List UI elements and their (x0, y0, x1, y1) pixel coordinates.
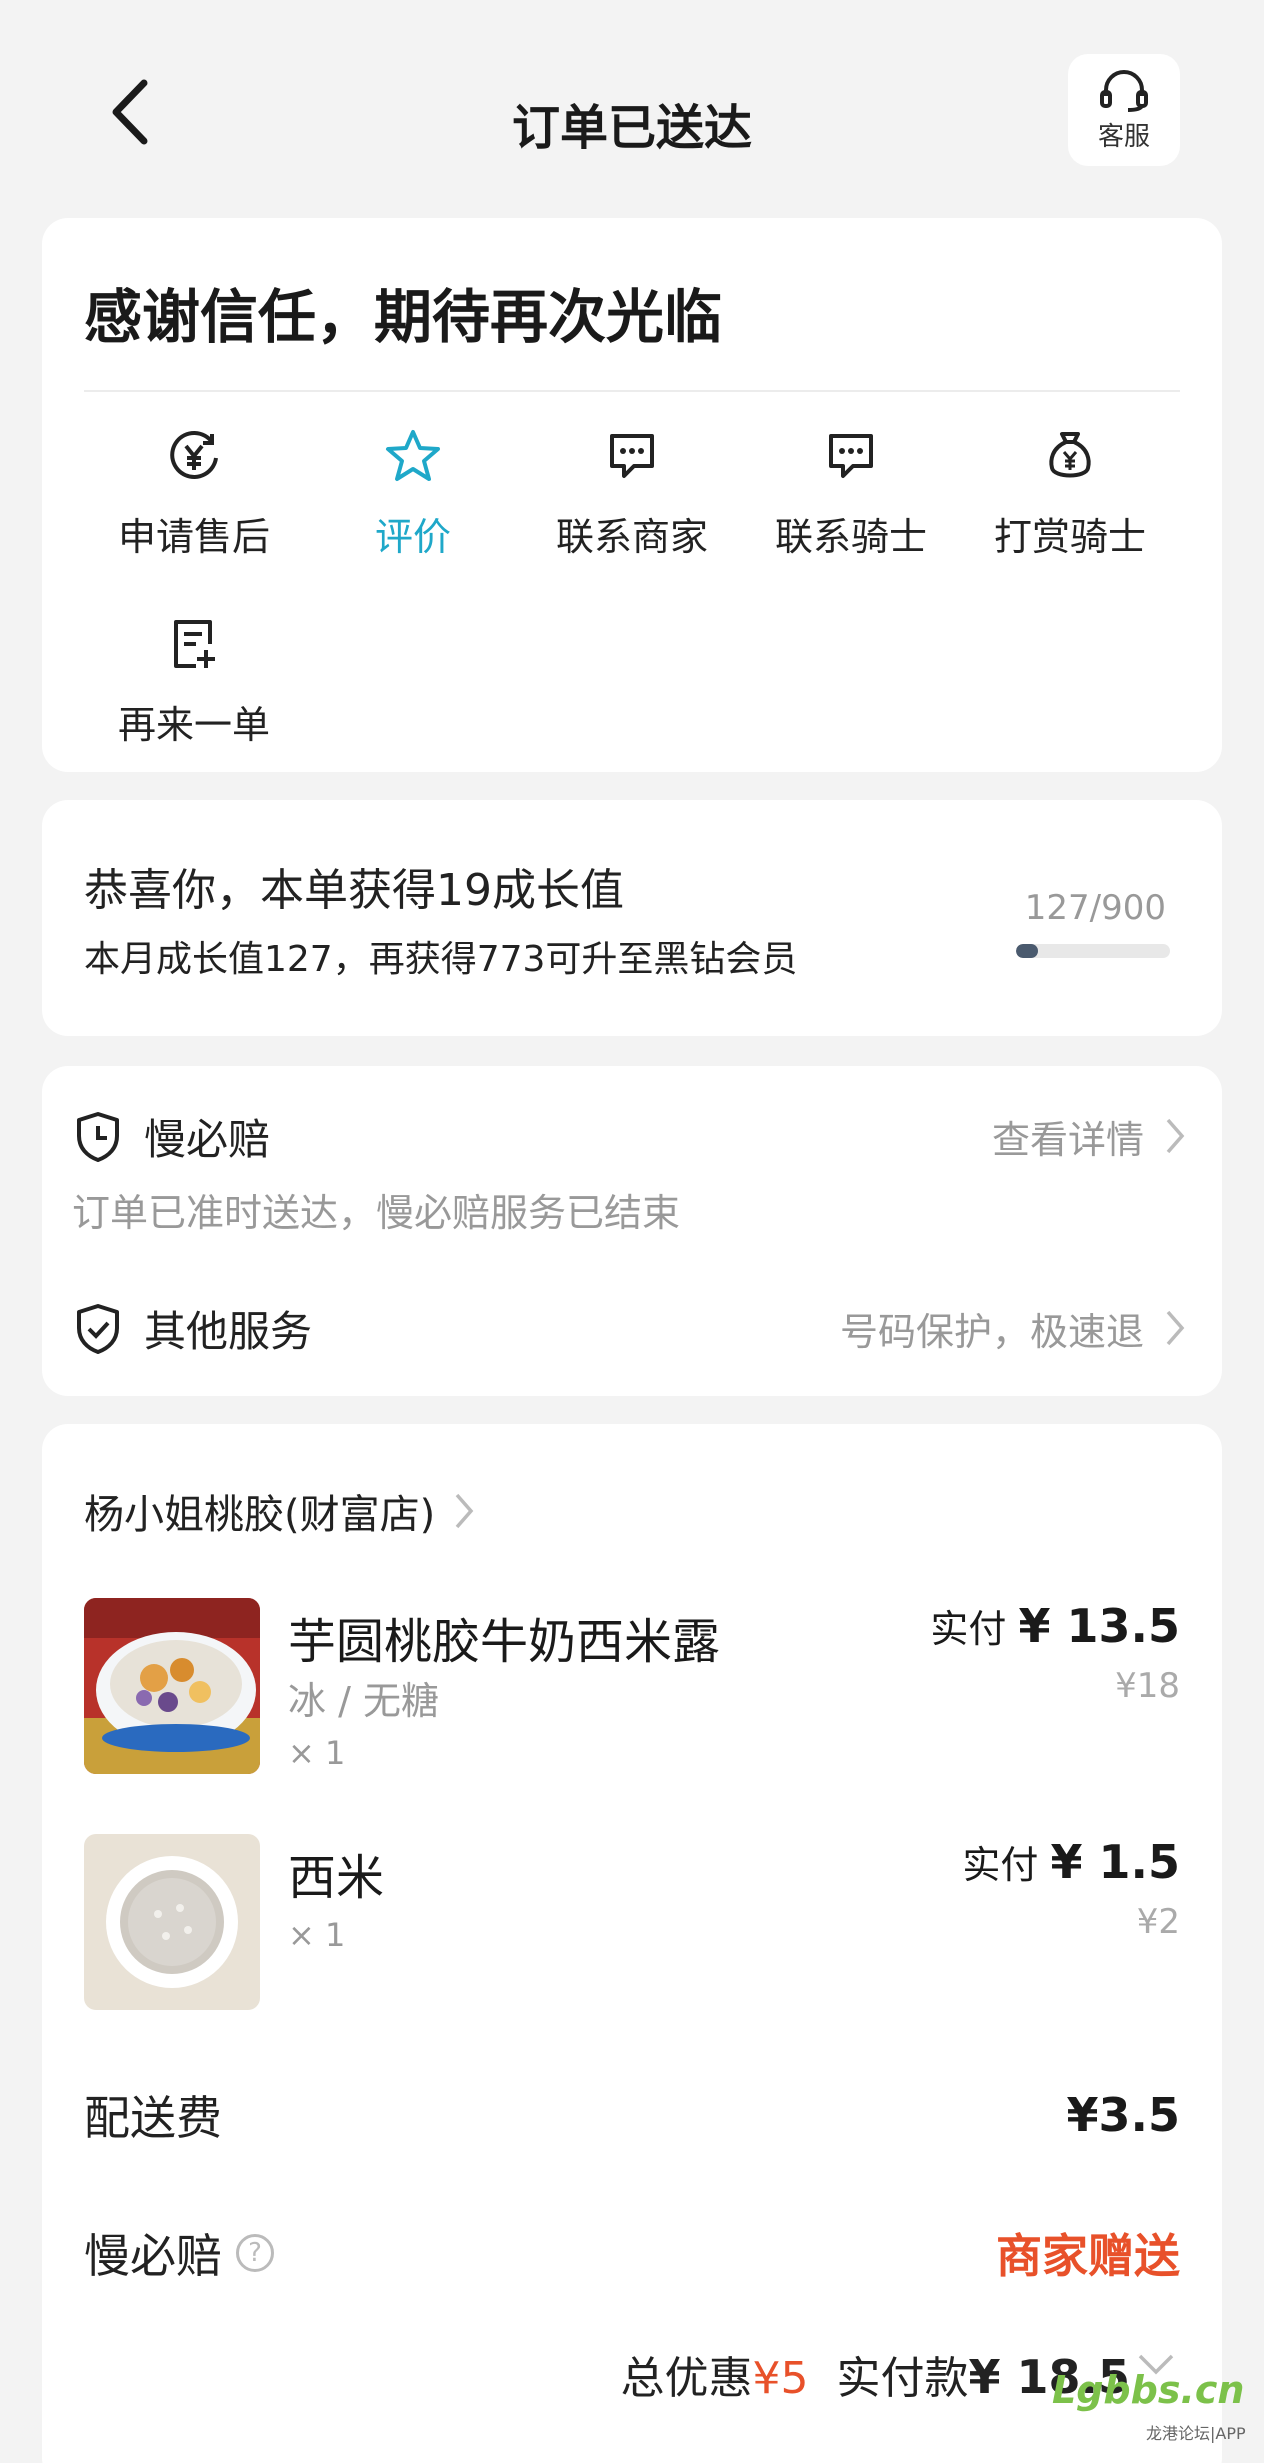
order-details-card: 杨小姐桃胶(财富店) 芋圆桃胶牛奶西米露 冰 / 无糖 × 1 实付 ¥ 13.… (42, 1424, 1222, 2463)
divider (84, 390, 1180, 392)
contact-merchant-button[interactable]: 联系商家 (522, 426, 742, 561)
help-icon[interactable]: ? (236, 2234, 274, 2272)
growth-detail: 本月成长值127，再获得773可升至黑钻会员 (84, 939, 798, 980)
shop-link[interactable]: 杨小姐桃胶(财富店) (84, 1482, 475, 1540)
order-item[interactable]: 芋圆桃胶牛奶西米露 冰 / 无糖 × 1 实付 ¥ 13.5 ¥18 (84, 1598, 1180, 1774)
total-paid-label: 实付款 (836, 2353, 969, 2404)
after-sales-label: 申请售后 (117, 515, 270, 559)
late-guarantee-name: 慢必赔 (144, 1114, 271, 1164)
discount-value: ¥5 (752, 2353, 809, 2404)
review-button[interactable]: 评价 (303, 426, 523, 561)
contact-rider-label: 联系骑士 (774, 515, 927, 559)
delivery-fee-row: 配送费 ¥3.5 (84, 2082, 1180, 2148)
other-services-row[interactable]: 其他服务 号码保护，极速退 (72, 1298, 1186, 1358)
chat-bubble-icon (610, 434, 654, 478)
watermark-text: Lgbbs.cn (1052, 2368, 1245, 2412)
shield-check-icon (77, 1304, 119, 1354)
other-services-name: 其他服务 (144, 1306, 313, 1356)
customer-service-label: 客服 (1097, 121, 1150, 152)
order-status-card: 感谢信任，期待再次光临 申请售后 评价 联系商家 联系骑士 打赏骑士 再来一单 (42, 218, 1222, 772)
reorder-button[interactable]: 再来一单 (84, 614, 304, 749)
contact-merchant-label: 联系商家 (555, 515, 708, 559)
other-services-summary: 号码保护，极速退 (839, 1309, 1144, 1354)
clock-shield-icon (77, 1112, 119, 1162)
shop-name: 杨小姐桃胶(财富店) (84, 1492, 436, 1538)
product-quantity: × 1 (288, 1734, 346, 1772)
order-item[interactable]: 西米 × 1 实付 ¥ 1.5 ¥2 (84, 1834, 1180, 2010)
tip-rider-label: 打赏骑士 (993, 515, 1146, 559)
product-thumbnail (84, 1834, 260, 2010)
money-bag-icon (1049, 432, 1091, 478)
watermark-subtext: 龙港论坛|APP (1146, 2424, 1246, 2443)
watermark-logo: Lgbbs.cn 龙港论坛|APP (1052, 2358, 1252, 2448)
late-guarantee-row[interactable]: 慢必赔 查看详情 (72, 1106, 1186, 1166)
refund-yen-icon (170, 431, 218, 479)
paid-price: 实付 ¥ 13.5 (930, 1598, 1180, 1653)
reorder-label: 再来一单 (117, 703, 270, 747)
product-thumbnail (84, 1598, 260, 1774)
reorder-doc-icon (174, 620, 215, 668)
chevron-right-icon (1166, 1310, 1185, 1346)
view-details-link[interactable]: 查看详情 (992, 1109, 1144, 1164)
customer-service-button[interactable]: 客服 (1068, 54, 1180, 166)
discount-label: 总优惠 (620, 2353, 753, 2404)
late-guarantee-status: 订单已准时送达，慢必赔服务已结束 (72, 1191, 681, 1235)
growth-progress-text: 127/900 (1024, 888, 1166, 928)
product-name: 芋圆桃胶牛奶西米露 (288, 1614, 721, 1670)
growth-card[interactable]: 恭喜你，本单获得19成长值 本月成长值127，再获得773可升至黑钻会员 127… (42, 800, 1222, 1036)
chevron-right-icon (1166, 1118, 1185, 1154)
paid-label: 实付 (930, 1607, 1007, 1651)
tip-rider-button[interactable]: 打赏骑士 (960, 426, 1180, 561)
delivery-fee-value: ¥3.5 (1066, 2088, 1181, 2142)
chat-bubble-icon (829, 434, 873, 478)
delivery-fee-label: 配送费 (84, 2091, 222, 2145)
growth-progress-fill (1016, 944, 1038, 958)
growth-progress-bar (1016, 944, 1170, 958)
thanks-message: 感谢信任，期待再次光临 (84, 283, 723, 351)
top-bar: 订单已送达 客服 (0, 0, 1264, 210)
product-spec: 冰 / 无糖 (288, 1679, 439, 1723)
late-guarantee-fee-label: 慢必赔 (84, 2229, 222, 2283)
late-guarantee-fee-row: 慢必赔 ? 商家赠送 (84, 2220, 1180, 2286)
product-quantity: × 1 (288, 1916, 346, 1954)
original-price: ¥2 (1136, 1902, 1180, 1942)
headset-icon (1100, 69, 1148, 112)
after-sales-button[interactable]: 申请售后 (84, 426, 304, 561)
paid-amount: ¥ 13.5 (1018, 1599, 1180, 1653)
growth-headline: 恭喜你，本单获得19成长值 (84, 865, 624, 916)
late-guarantee-fee-value: 商家赠送 (996, 2229, 1180, 2283)
services-card: 慢必赔 查看详情 订单已准时送达，慢必赔服务已结束 其他服务 号码保护，极速退 (42, 1066, 1222, 1396)
product-name: 西米 (288, 1850, 385, 1906)
paid-amount: ¥ 1.5 (1050, 1835, 1180, 1889)
contact-rider-button[interactable]: 联系骑士 (741, 426, 961, 561)
paid-price: 实付 ¥ 1.5 (962, 1834, 1180, 1889)
review-label: 评价 (374, 515, 451, 559)
paid-label: 实付 (962, 1843, 1039, 1887)
original-price: ¥18 (1115, 1666, 1180, 1706)
chevron-right-icon (455, 1493, 474, 1529)
star-icon (386, 430, 440, 481)
